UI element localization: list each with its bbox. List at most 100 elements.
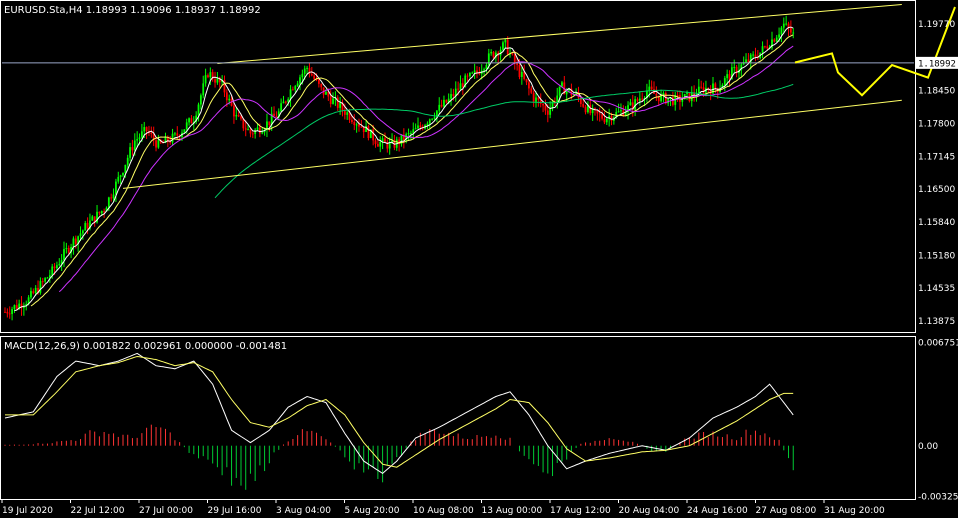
candle-body [320,83,323,88]
price-tick-label: 1.17145 [918,152,955,162]
candle-body [53,266,56,269]
candle-body [745,59,747,63]
candle-body [603,118,606,123]
candle-body [792,32,795,34]
candle-body [72,238,75,247]
candle-body [428,119,431,124]
candle-body [244,128,247,130]
candle-body [6,311,9,314]
candle-body [426,123,429,126]
candle-body [726,74,729,79]
x-tick-label: 31 Aug 20:00 [824,506,885,516]
candle-body [780,27,783,35]
candle-body [513,54,516,64]
candle-body [11,309,13,315]
candle-body [419,125,422,128]
candle-body [294,86,297,90]
candle-body [778,34,780,38]
candle-body [412,129,415,133]
candle-body [728,74,731,80]
candle-body [620,110,622,112]
candle-body [336,97,339,108]
candle-body [157,140,160,148]
candle-body [414,128,417,130]
candle-body [362,127,365,133]
candle-body [558,86,561,96]
candle-body [339,102,342,108]
price-tick-label: 1.13875 [918,317,955,327]
candle-body [504,39,507,43]
candle-body [143,127,146,132]
candle-body [714,83,717,89]
candle-body [764,46,766,48]
candle-body [190,118,193,124]
candle-body [440,104,443,107]
candle-body [445,99,448,103]
candle-body [204,75,207,84]
candle-body [584,106,587,113]
candle-body [431,118,434,120]
candle-body [773,39,776,42]
candle-body [207,75,209,78]
candle-body [530,88,533,93]
candle-body [292,89,294,91]
candle-body [648,86,651,91]
candle-body [384,138,386,142]
candle-body [532,92,535,102]
candle-body [197,104,200,116]
candle-body [296,83,299,87]
price-tick-label: 1.18450 [918,87,955,97]
candle-body [471,72,474,74]
candle-body [492,51,495,58]
chart-canvas: 1.19770 1.18992 1.18450 1.17800 1.17145 1.165… [0,0,958,518]
candle-body [8,313,11,315]
candle-body [629,102,632,106]
candle-body [51,266,54,276]
candle-body [100,211,103,214]
candle-body [638,98,641,101]
candle-body [275,116,278,118]
candle-body [438,104,441,111]
candle-body [145,127,148,132]
candle-body [407,133,410,135]
candle-body [235,115,238,117]
candle-body [754,54,757,58]
candle-body [490,51,493,54]
candle-body [63,249,65,261]
candle-body [13,305,16,310]
candle-body [598,113,601,115]
x-tick-label: 29 Jul 16:00 [208,506,262,516]
candle-body [469,72,471,77]
x-tick-label: 17 Aug 12:00 [550,506,611,516]
price-tick-label: 1.14535 [918,284,955,294]
candle-body [789,28,792,33]
candle-body [483,69,485,71]
candle-body [249,129,252,134]
candle-body [379,141,382,147]
candle-body [233,105,235,117]
candle-body [185,122,188,130]
x-tick-label: 27 Aug 08:00 [756,506,817,516]
candle-body [528,82,530,89]
macd-header: MACD(12,26,9) 0.001822 0.002961 0.000000… [4,341,287,352]
candle-body [747,59,750,63]
x-tick-label: 3 Aug 04:00 [276,506,331,516]
candle-body [655,93,658,96]
price-tick-label: 1.17800 [918,119,955,129]
candle-body [268,121,271,125]
candle-body [86,223,89,229]
candle-body [103,211,106,213]
candle-body [459,83,462,90]
candle-body [256,127,259,130]
candle-body [785,23,788,25]
symbol-header: EURUSD.Sta,H4 1.18993 1.19096 1.18937 1.… [4,5,261,16]
candle-body [122,172,124,176]
candle-body [280,103,283,112]
x-tick-label: 5 Aug 20:00 [345,506,400,516]
candle-body [353,122,356,126]
candle-body [32,291,35,294]
candle-body [202,83,205,96]
candle-body [433,117,436,119]
candle-body [112,194,115,199]
candle-body [34,287,37,294]
